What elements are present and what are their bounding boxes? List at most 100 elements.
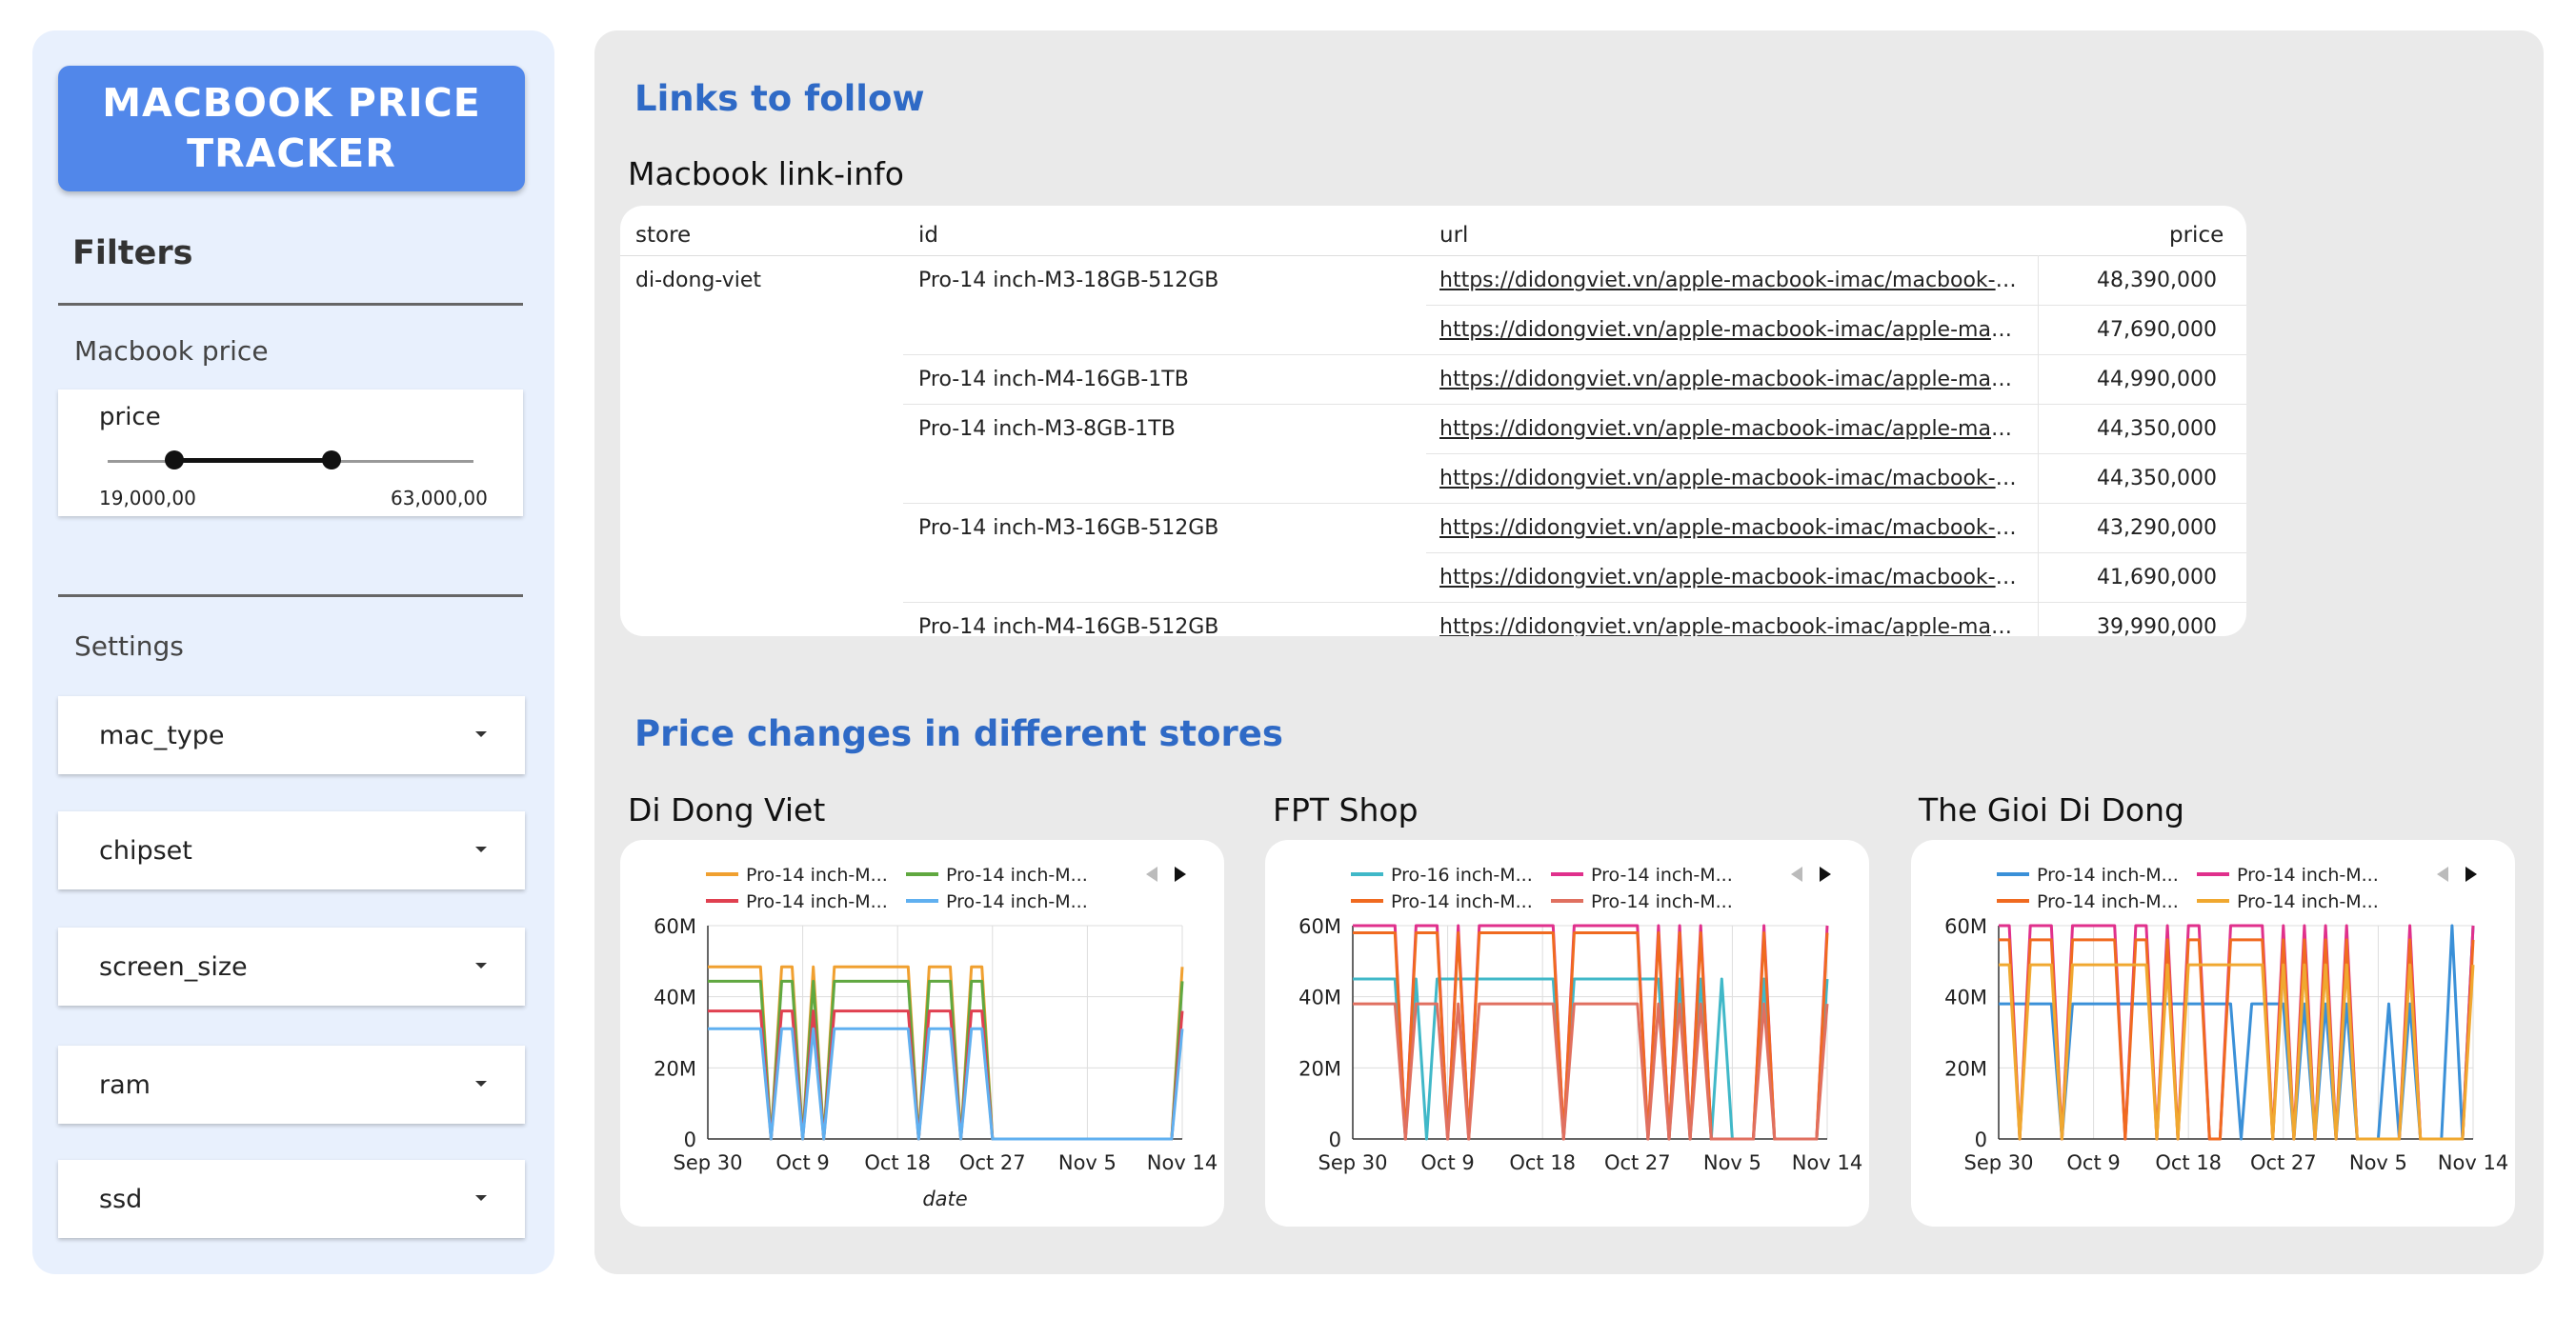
- screen-size-dropdown-label: screen_size: [99, 951, 248, 982]
- mac-type-dropdown-label: mac_type: [99, 720, 225, 750]
- cell-url-link[interactable]: https://didongviet.vn/apple-macbook-imac…: [1439, 318, 2023, 342]
- legend-prev-icon[interactable]: [1791, 867, 1802, 882]
- legend-label: Pro-14 inch-M...: [2237, 891, 2379, 912]
- x-tick-label: Nov 14: [1792, 1151, 1862, 1174]
- cell-url-link[interactable]: https://didongviet.vn/apple-macbook-imac…: [1439, 566, 2023, 589]
- cell-id: Pro-14 inch-M3-18GB-512GB: [918, 269, 1219, 292]
- y-tick-label: 20M: [1944, 1057, 1987, 1080]
- legend-label: Pro-14 inch-M...: [1591, 891, 1733, 912]
- x-tick-label: Nov 5: [2349, 1151, 2407, 1174]
- ssd-dropdown-label: ssd: [99, 1184, 143, 1214]
- legend-label: Pro-14 inch-M...: [946, 891, 1088, 912]
- price-slider-max-handle[interactable]: [322, 450, 341, 469]
- cell-url-link[interactable]: https://didongviet.vn/apple-macbook-imac…: [1439, 269, 2023, 292]
- cell-id: Pro-14 inch-M4-16GB-512GB: [918, 615, 1219, 636]
- x-tick-label: Sep 30: [674, 1151, 743, 1174]
- legend-label: Pro-14 inch-M...: [2037, 891, 2179, 912]
- y-tick-label: 20M: [1298, 1057, 1341, 1080]
- x-tick-label: Oct 18: [864, 1151, 931, 1174]
- main-panel: Links to follow Macbook link-info store …: [594, 30, 2544, 1274]
- cell-id: Pro-14 inch-M3-8GB-1TB: [918, 417, 1176, 441]
- chart-title-di-dong-viet: Di Dong Viet: [628, 791, 826, 829]
- column-header-url[interactable]: url: [1439, 223, 1468, 248]
- x-tick-label: Nov 14: [2438, 1151, 2508, 1174]
- legend-prev-icon[interactable]: [2437, 867, 2448, 882]
- cell-id: Pro-14 inch-M3-16GB-512GB: [918, 516, 1219, 540]
- table-title: Macbook link-info: [628, 155, 904, 192]
- x-tick-label: Nov 14: [1147, 1151, 1218, 1174]
- x-tick-label: Sep 30: [1964, 1151, 2034, 1174]
- table-row-divider: [1426, 552, 2246, 553]
- chart-card-fpt-shop: 0 20M 40M 60M Sep 30 Oct 9 Oct 18 Oct 27 Nov 5 No…: [1265, 840, 1869, 1227]
- legend-label: Pro-14 inch-M...: [2037, 865, 2179, 886]
- y-tick-label: 60M: [1298, 915, 1341, 938]
- x-tick-label: Oct 18: [1509, 1151, 1576, 1174]
- y-tick-label: 20M: [654, 1057, 696, 1080]
- legend-next-icon[interactable]: [1820, 867, 1831, 882]
- ssd-dropdown[interactable]: ssd: [58, 1160, 525, 1238]
- chart-card-the-gioi-di-dong: 0 20M 40M 60M Sep 30 Oct 9 Oct 18 Oct 27 Nov 5 No…: [1911, 840, 2515, 1227]
- price-slider-min-value: 19,000,000: [99, 487, 196, 509]
- column-header-id[interactable]: id: [918, 223, 938, 248]
- column-header-store[interactable]: store: [635, 223, 691, 248]
- price-line-chart: 0 20M 40M 60M Sep 30 Oct 9 Oct 18 Oct 27 Nov 5 No…: [654, 865, 1218, 1210]
- screen-size-dropdown[interactable]: screen_size: [58, 928, 525, 1006]
- chart-card-di-dong-viet: 0 20M 40M 60M Sep 30 Oct 9 Oct 18 Oct 27 Nov 5 No…: [620, 840, 1224, 1227]
- legend-label: Pro-14 inch-M...: [1591, 865, 1733, 886]
- y-tick-label: 40M: [1944, 987, 1987, 1009]
- price-changes-heading: Price changes in different stores: [634, 713, 1283, 754]
- chart-title-the-gioi-di-dong: The Gioi Di Dong: [1919, 791, 2184, 829]
- cell-url-link[interactable]: https://didongviet.vn/apple-macbook-imac…: [1439, 516, 2023, 540]
- y-tick-label: 0: [1329, 1128, 1341, 1151]
- ram-dropdown[interactable]: ram: [58, 1046, 525, 1124]
- column-header-price[interactable]: price: [2169, 223, 2224, 248]
- filters-heading: Filters: [72, 234, 193, 272]
- chevron-down-icon: [475, 1195, 487, 1201]
- price-slider-range: [174, 458, 332, 463]
- cell-price: 44,350,000: [2097, 467, 2217, 490]
- table-row-divider: [903, 602, 2246, 603]
- x-tick-label: Nov 5: [1058, 1151, 1117, 1174]
- table-row-divider: [1426, 305, 2246, 306]
- cell-id: Pro-14 inch-M4-16GB-1TB: [918, 368, 1189, 391]
- cell-price: 43,290,000: [2097, 516, 2217, 540]
- app-title-button[interactable]: MACBOOK PRICE TRACKER: [58, 66, 525, 191]
- macbook-price-label: Macbook price: [74, 335, 269, 367]
- settings-divider: [58, 594, 523, 597]
- chevron-down-icon: [475, 847, 487, 852]
- legend-next-icon[interactable]: [1175, 867, 1186, 882]
- links-heading: Links to follow: [634, 78, 925, 119]
- chevron-down-icon: [475, 963, 487, 969]
- x-tick-label: Nov 5: [1703, 1151, 1761, 1174]
- x-tick-label: Oct 18: [2155, 1151, 2222, 1174]
- chart-title-fpt-shop: FPT Shop: [1273, 791, 1419, 829]
- cell-url-link[interactable]: https://didongviet.vn/apple-macbook-imac…: [1439, 368, 2023, 391]
- sidebar: MACBOOK PRICE TRACKER Filters Macbook pr…: [32, 30, 554, 1274]
- x-tick-label: Oct 9: [2066, 1151, 2120, 1174]
- price-slider-min-handle[interactable]: [165, 450, 184, 469]
- chipset-dropdown[interactable]: chipset: [58, 811, 525, 889]
- table-header-divider: [620, 255, 2246, 256]
- cell-price: 47,690,000: [2097, 318, 2217, 342]
- table-row-divider: [903, 503, 2246, 504]
- legend-prev-icon[interactable]: [1146, 867, 1157, 882]
- y-tick-label: 40M: [654, 987, 696, 1009]
- legend-label: Pro-14 inch-M...: [746, 891, 888, 912]
- chevron-down-icon: [475, 1081, 487, 1087]
- cell-url-link[interactable]: https://didongviet.vn/apple-macbook-imac…: [1439, 615, 2023, 636]
- price-slider-label: price: [99, 403, 161, 431]
- cell-price: 44,990,000: [2097, 368, 2217, 391]
- cell-price: 39,990,000: [2097, 615, 2217, 636]
- mac-type-dropdown[interactable]: mac_type: [58, 696, 525, 774]
- cell-url-link[interactable]: https://didongviet.vn/apple-macbook-imac…: [1439, 467, 2023, 490]
- legend-next-icon[interactable]: [2465, 867, 2477, 882]
- x-tick-label: Oct 9: [775, 1151, 829, 1174]
- legend-label: Pro-14 inch-M...: [946, 865, 1088, 886]
- series-line: [708, 1027, 1184, 1141]
- ram-dropdown-label: ram: [99, 1069, 151, 1100]
- x-tick-label: Oct 9: [1420, 1151, 1474, 1174]
- table-row-divider: [1426, 453, 2246, 454]
- cell-url-link[interactable]: https://didongviet.vn/apple-macbook-imac…: [1439, 417, 2023, 441]
- price-slider-card: price 19,000,000 63,000,000: [58, 389, 523, 516]
- y-tick-label: 60M: [654, 915, 696, 938]
